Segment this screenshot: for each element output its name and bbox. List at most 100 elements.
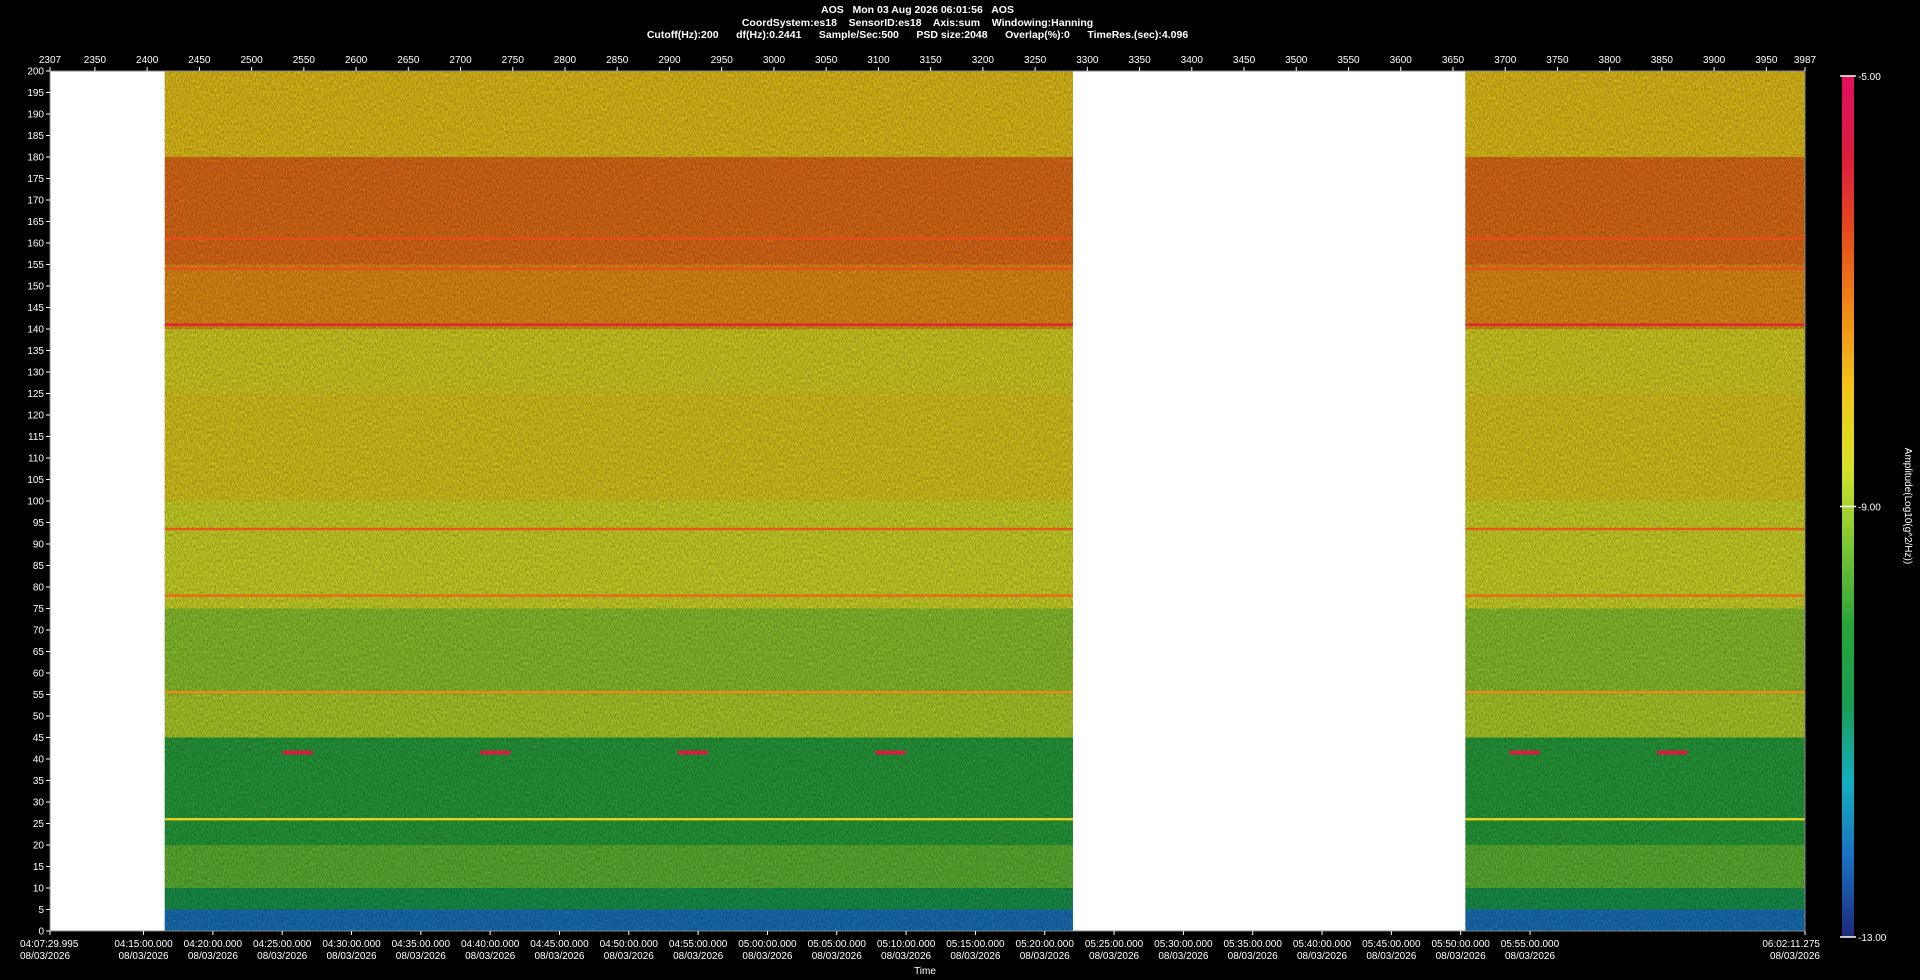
y-tick-label: 30 xyxy=(33,798,45,809)
line-78hz xyxy=(164,594,1073,597)
top-tick-label: 3300 xyxy=(1076,55,1099,66)
y-tick-label: 180 xyxy=(27,153,44,164)
time-tick-label: 05:50:00.000 xyxy=(1431,939,1490,950)
line-93.5hz xyxy=(164,527,1073,531)
marker-41.5hz xyxy=(282,750,313,755)
line-26hz xyxy=(164,818,1073,821)
top-tick-label: 2450 xyxy=(188,55,211,66)
data-segment-2 xyxy=(1465,71,1805,931)
texture-overlay xyxy=(1465,71,1805,931)
y-tick-label: 5 xyxy=(38,905,44,916)
y-tick-label: 85 xyxy=(33,561,45,572)
texture-overlay xyxy=(164,71,1073,931)
date-tick-label: 08/03/2026 xyxy=(1089,951,1139,962)
date-tick-label: 08/03/2026 xyxy=(1020,951,1070,962)
top-tick-label: 2307 xyxy=(39,55,62,66)
time-tick-label: 05:55:00.000 xyxy=(1501,939,1560,950)
time-tick-label: 04:30:00.000 xyxy=(322,939,381,950)
y-tick-label: 200 xyxy=(27,67,44,78)
date-tick-label: 08/03/2026 xyxy=(188,951,238,962)
top-tick-label: 2600 xyxy=(345,55,368,66)
y-tick-label: 10 xyxy=(33,884,45,895)
date-tick-label: 08/03/2026 xyxy=(1505,951,1555,962)
y-tick-label: 145 xyxy=(27,303,44,314)
colorbar-tick-label: -9.00 xyxy=(1858,503,1881,514)
y-tick-label: 50 xyxy=(33,712,45,723)
top-tick-label: 3500 xyxy=(1285,55,1308,66)
top-tick-label: 3850 xyxy=(1651,55,1674,66)
y-tick-label: 165 xyxy=(27,217,44,228)
time-tick-label: 05:05:00.000 xyxy=(808,939,867,950)
colorbar-label: Amplitude(Log10(g^2/Hz)) xyxy=(1902,448,1913,564)
date-tick-label: 08/03/2026 xyxy=(881,951,931,962)
line-141hz xyxy=(164,323,1073,326)
top-tick-label: 2550 xyxy=(293,55,316,66)
top-tick-label: 2850 xyxy=(606,55,629,66)
time-tick-label: 04:07:29.995 xyxy=(20,939,79,950)
top-tick-label: 3000 xyxy=(763,55,786,66)
time-tick-label: 05:10:00.000 xyxy=(877,939,936,950)
marker-41.5hz xyxy=(1509,750,1540,755)
time-tick-label: 05:15:00.000 xyxy=(946,939,1005,950)
date-tick-label: 08/03/2026 xyxy=(1158,951,1208,962)
date-tick-label: 08/03/2026 xyxy=(1436,951,1486,962)
top-tick-label: 3350 xyxy=(1128,55,1151,66)
y-tick-label: 0 xyxy=(38,927,44,938)
y-tick-label: 35 xyxy=(33,776,45,787)
y-tick-label: 125 xyxy=(27,389,44,400)
top-tick-label: 3750 xyxy=(1546,55,1569,66)
time-tick-label: 05:00:00.000 xyxy=(738,939,797,950)
date-tick-label: 08/03/2026 xyxy=(20,951,70,962)
top-tick-label: 2500 xyxy=(240,55,263,66)
y-tick-label: 20 xyxy=(33,841,45,852)
top-tick-label: 3450 xyxy=(1233,55,1256,66)
top-tick-label: 3600 xyxy=(1390,55,1413,66)
time-tick-label: 05:35:00.000 xyxy=(1224,939,1283,950)
date-tick-label: 08/03/2026 xyxy=(1228,951,1278,962)
y-tick-label: 15 xyxy=(33,862,45,873)
y-tick-label: 70 xyxy=(33,626,45,637)
top-tick-label: 2650 xyxy=(397,55,420,66)
top-tick-label: 2350 xyxy=(84,55,107,66)
y-tick-label: 160 xyxy=(27,239,44,250)
time-tick-label: 05:30:00.000 xyxy=(1154,939,1213,950)
marker-41.5hz xyxy=(875,750,906,755)
y-tick-label: 140 xyxy=(27,325,44,336)
top-tick-label: 3050 xyxy=(815,55,838,66)
top-tick-label: 2400 xyxy=(136,55,159,66)
y-tick-label: 100 xyxy=(27,497,44,508)
y-tick-label: 60 xyxy=(33,669,45,680)
y-tick-label: 185 xyxy=(27,131,44,142)
line-26hz xyxy=(1465,818,1805,821)
date-tick-label: 08/03/2026 xyxy=(396,951,446,962)
time-tick-label: 04:35:00.000 xyxy=(392,939,451,950)
line-161hz xyxy=(164,237,1073,240)
top-tick-label: 3800 xyxy=(1599,55,1622,66)
line-161hz xyxy=(1465,237,1805,240)
y-tick-label: 95 xyxy=(33,518,45,529)
top-tick-label: 3150 xyxy=(920,55,943,66)
marker-41.5hz xyxy=(677,750,708,755)
top-tick-label: 3950 xyxy=(1755,55,1778,66)
line-154hz xyxy=(164,267,1073,270)
data-segment-1 xyxy=(164,71,1073,931)
date-tick-label: 08/03/2026 xyxy=(604,951,654,962)
y-tick-label: 195 xyxy=(27,88,44,99)
date-tick-label: 08/03/2026 xyxy=(673,951,723,962)
colorbar-tick-label: -5.00 xyxy=(1858,72,1881,83)
date-tick-label: 08/03/2026 xyxy=(326,951,376,962)
time-tick-label: 04:15:00.000 xyxy=(114,939,173,950)
top-tick-label: 2950 xyxy=(711,55,734,66)
y-tick-label: 45 xyxy=(33,733,45,744)
time-tick-label: 05:25:00.000 xyxy=(1085,939,1144,950)
y-tick-label: 175 xyxy=(27,174,44,185)
y-tick-label: 75 xyxy=(33,604,45,615)
colorbar-tick-label: -13.00 xyxy=(1858,933,1887,944)
date-tick-label: 08/03/2026 xyxy=(1770,951,1820,962)
date-tick-label: 08/03/2026 xyxy=(742,951,792,962)
time-tick-label: 04:45:00.000 xyxy=(530,939,589,950)
marker-41.5hz xyxy=(480,750,511,755)
y-tick-label: 55 xyxy=(33,690,45,701)
date-tick-label: 08/03/2026 xyxy=(812,951,862,962)
y-tick-label: 110 xyxy=(28,454,44,465)
